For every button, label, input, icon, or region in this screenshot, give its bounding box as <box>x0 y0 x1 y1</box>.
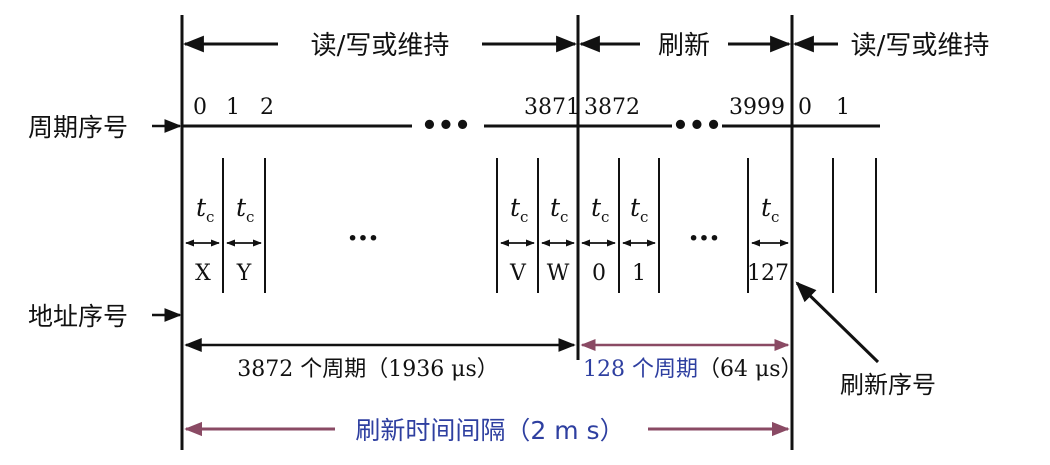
refresh-span-count: 128 个周期 <box>583 357 698 382</box>
svg-text:c: c <box>640 208 648 226</box>
address-number-label: 地址序号 <box>28 302 128 331</box>
svg-text:c: c <box>246 208 254 226</box>
address-label: 127 <box>747 261 789 286</box>
diagram-canvas: 读/写或维持 刷新 读/写或维持 周期序号 ••• ••• 0 1 2 3871… <box>28 15 990 450</box>
refresh-timing-diagram: 读/写或维持 刷新 读/写或维持 周期序号 ••• ••• 0 1 2 3871… <box>0 0 1050 465</box>
ellipsis: ··· <box>688 221 719 256</box>
svg-text:c: c <box>520 208 528 226</box>
cycle-number: 0 <box>798 95 812 120</box>
refresh-number-pointer <box>795 281 880 364</box>
tc-label: tc <box>196 193 214 226</box>
cycle-axis-dots-1: ••• <box>421 111 471 141</box>
address-label: 0 <box>592 261 606 286</box>
rw-label-left: 读/写或维持 <box>311 31 450 61</box>
address-label: 1 <box>632 261 646 286</box>
cycle-number: 1 <box>836 95 850 120</box>
refresh-number-label: 刷新序号 <box>840 371 936 399</box>
cycle-number: 2 <box>260 95 274 120</box>
cycle-number: 0 <box>193 95 207 120</box>
refresh-span-time: （64 μs） <box>698 357 803 382</box>
svg-text:c: c <box>560 208 568 226</box>
tc-label: tc <box>236 193 254 226</box>
address-label: W <box>547 261 570 286</box>
ellipsis: ··· <box>347 221 378 256</box>
tc-label: tc <box>591 193 609 226</box>
rw-label-right: 读/写或维持 <box>851 31 990 61</box>
cycle-number: 3871 <box>524 95 580 120</box>
address-label: V <box>509 261 527 286</box>
svg-text:c: c <box>206 208 214 226</box>
tc-label: tc <box>761 193 779 226</box>
tc-label: tc <box>510 193 528 226</box>
cycle-axis-dots-2: ••• <box>672 111 722 141</box>
svg-text:c: c <box>601 208 609 226</box>
cycle-number: 1 <box>226 95 240 120</box>
refresh-label: 刷新 <box>658 31 710 61</box>
cycle-number-label: 周期序号 <box>28 113 128 142</box>
cycle-number: 3872 <box>584 95 640 120</box>
address-label: Y <box>236 261 252 286</box>
address-label: X <box>195 261 211 286</box>
refresh-interval-label: 刷新时间间隔（2 m s） <box>355 416 624 445</box>
cycle-number: 3999 <box>729 95 785 120</box>
tc-label: tc <box>630 193 648 226</box>
svg-text:c: c <box>771 208 779 226</box>
refresh-span-label: 128 个周期（64 μs） <box>583 357 803 382</box>
rw-span-label: 3872 个周期（1936 μs） <box>237 357 499 382</box>
tc-label: tc <box>550 193 568 226</box>
